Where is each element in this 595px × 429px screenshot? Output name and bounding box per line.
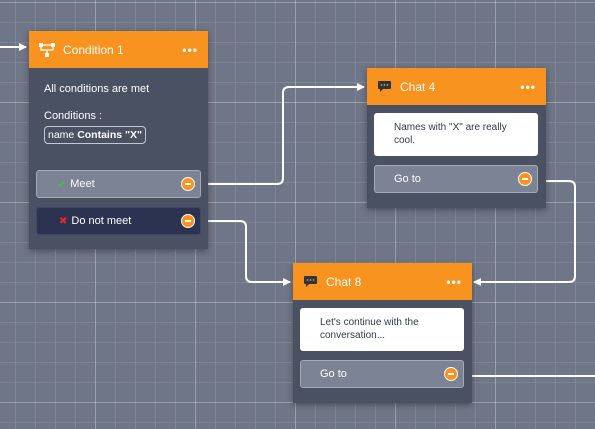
chat-4-node-title: Chat 4: [400, 79, 436, 94]
condition-operator-value: Contains "X": [77, 129, 142, 141]
chat-4-message[interactable]: Names with "X" are really cool.: [374, 113, 538, 156]
chat-4-node-menu-icon[interactable]: •••: [520, 81, 536, 93]
condition-branch-icon: [39, 42, 55, 57]
chat-8-node-menu-icon[interactable]: •••: [446, 276, 462, 288]
conditions-label: Conditions :: [44, 110, 103, 122]
condition-node-title: Condition 1: [63, 42, 124, 57]
chat-4-goto-label: Go to: [394, 173, 421, 185]
chat-8-message[interactable]: Let's continue with the conversation...: [300, 308, 464, 351]
remove-not-meet-branch-icon[interactable]: [181, 214, 195, 228]
not-meet-to-chat8-wire: [202, 220, 291, 286]
meet-label: Meet: [70, 178, 95, 190]
condition-node-menu-icon[interactable]: •••: [182, 44, 198, 56]
chat-bubble-icon: [378, 81, 391, 92]
condition-summary: All conditions are met: [44, 83, 150, 95]
condition-node[interactable]: Condition 1 ••• All conditions are met C…: [29, 31, 208, 249]
chat-8-goto-button[interactable]: Go to: [300, 360, 464, 388]
remove-meet-branch-icon[interactable]: [181, 177, 195, 191]
not-meet-branch-button[interactable]: ✖ Do not meet: [36, 207, 201, 235]
chat-4-remove-goto-icon[interactable]: [518, 172, 532, 186]
chat-8-node-header[interactable]: Chat 8 •••: [293, 263, 472, 300]
cross-icon: ✖: [59, 215, 68, 227]
not-meet-label: Do not meet: [71, 215, 132, 227]
meet-to-chat4-wire: [202, 83, 365, 185]
condition-rule-tag[interactable]: name Contains "X": [44, 126, 146, 144]
condition-node-header[interactable]: Condition 1 •••: [29, 31, 208, 68]
chat-8-remove-goto-icon[interactable]: [444, 367, 458, 381]
chat-4-node[interactable]: Chat 4 ••• Names with "X" are really coo…: [367, 68, 546, 208]
chat-8-node[interactable]: Chat 8 ••• Let's continue with the conve…: [293, 263, 472, 403]
condition-field: name: [48, 129, 75, 141]
chat-4-goto-button[interactable]: Go to: [374, 165, 538, 193]
chat-8-node-title: Chat 8: [326, 274, 362, 289]
chat-bubble-icon: [304, 276, 317, 287]
chat-4-node-header[interactable]: Chat 4 •••: [367, 68, 546, 105]
meet-branch-button[interactable]: ✔ Meet: [36, 170, 201, 198]
checkmark-icon: ✔: [57, 178, 67, 191]
chat-8-goto-label: Go to: [320, 368, 347, 380]
